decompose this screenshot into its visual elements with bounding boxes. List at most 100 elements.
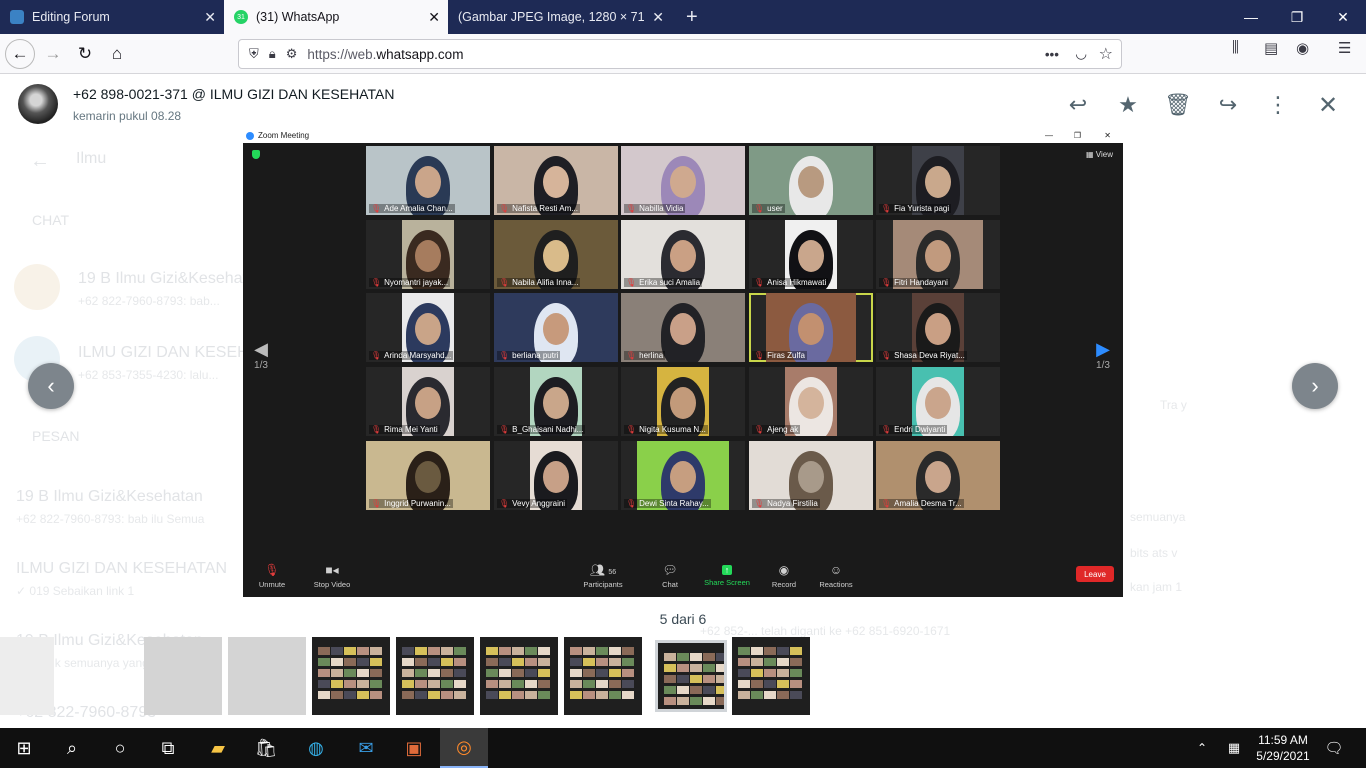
page-actions-icon[interactable]: ••• [1045,47,1059,62]
participant-name-label: 🎙︎ Nabilla Vidia [624,204,686,213]
tab-gambar-jpeg[interactable]: (Gambar JPEG Image, 1280 × 719 pi ✕ [448,0,672,34]
more-options-icon[interactable]: ⋮ [1264,91,1292,119]
previous-media-button[interactable]: ‹ [28,363,74,409]
permissions-icon[interactable]: ⚙ [286,46,298,62]
minimize-window-button[interactable]: — [1228,0,1274,34]
participant-name: Fia Yurista pagi [894,204,950,213]
video-camera-icon: ■◂ [325,562,339,577]
thumbnail-cell [570,691,582,699]
close-tab-icon[interactable]: ✕ [652,9,664,26]
start-windows-icon[interactable]: ⊞ [0,728,48,768]
muted-mic-icon: 🎙︎ [499,204,510,213]
star-icon[interactable]: ★ [1114,91,1142,119]
reply-icon[interactable]: ↩ [1064,91,1092,119]
pocket-icon[interactable]: ◡ [1075,46,1087,62]
notifications-icon[interactable]: 🗨︎ [1310,728,1358,768]
participant-name: Endri Dwiyanti [894,425,946,434]
tab-editing-forum[interactable]: Editing Forum ✕ [0,0,224,34]
participant-name: Ade Amalia Chan... [384,204,453,213]
taskbar-clock[interactable]: 11:59 AM 5/29/2021 [1248,732,1318,764]
media-thumbnail[interactable] [0,637,54,715]
url-bar[interactable]: ⛨ 🔒︎ ⚙ https://web. whatsapp.com ••• ◡ ☆ [238,39,1122,69]
maximize-window-button[interactable]: ❐ [1274,0,1320,34]
account-icon[interactable]: ◉ [1296,39,1309,57]
thumbnail-cell [331,669,343,677]
participant-face [543,166,569,198]
participant-tile: 🎙︎ Inggrid Purwanin... [366,441,490,510]
sender-avatar[interactable] [18,84,58,124]
firefox-icon[interactable]: ◎ [440,728,488,768]
muted-mic-icon: 🎙︎ [754,499,765,508]
bookmark-star-icon[interactable]: ☆ [1099,44,1113,64]
participant-face [925,240,951,272]
back-button[interactable]: ← [5,39,35,69]
chat-ghost-sub: ✓ 019 Sebaikan link 1 [16,584,135,598]
thumbnail-cell [738,691,750,699]
thumbnail-cell [777,658,789,666]
search-icon[interactable]: ⌕ [48,728,96,768]
store-icon[interactable]: 🛍︎ [242,728,290,768]
whatsapp-favicon-icon: 31 [234,10,248,24]
forward-icon[interactable]: ↪ [1214,91,1242,119]
close-window-button[interactable]: ✕ [1320,0,1366,34]
participant-name: Ajeng ak [767,425,799,434]
file-explorer-icon[interactable]: ▰ [194,728,242,768]
next-media-button[interactable]: › [1292,363,1338,409]
lock-icon[interactable]: 🔒︎ [269,46,276,62]
home-button[interactable]: ⌂ [102,39,132,69]
mail-icon[interactable]: ✉ [342,728,390,768]
close-tab-icon[interactable]: ✕ [204,9,216,26]
participant-face [925,461,951,493]
thumbnail-cell [738,669,750,677]
participant-face [415,240,441,272]
menu-icon[interactable]: ☰ [1338,39,1351,57]
sidebar-icon[interactable]: ▤ [1264,39,1278,57]
participant-tile: 🎙︎ Arinda Marsyahd... [366,293,490,362]
thumbnail-cell [690,697,702,705]
participant-tile: 🎙︎ Amalia Desma Tr... [876,441,1000,510]
delete-icon[interactable]: 🗑︎ [1164,91,1192,119]
chat-ghost-title: ILMU GIZI DAN KESEHATAN [16,560,227,577]
media-thumbnail[interactable] [480,637,558,715]
zoom-encryption-shield-icon [252,150,260,159]
close-tab-icon[interactable]: ✕ [428,9,440,26]
library-icon[interactable]: ⫼ [1232,39,1239,56]
participant-name: Nafista Resti Am... [512,204,578,213]
media-thumbnail[interactable] [312,637,390,715]
shield-icon[interactable]: ⛨ [249,46,259,62]
zoom-next-page: ▶ 1/3 [1093,339,1113,399]
powerpoint-icon[interactable]: ▣ [390,728,438,768]
participant-face [670,461,696,493]
reload-button[interactable]: ↻ [70,39,100,69]
zoom-close-icon: ✕ [1104,131,1111,140]
media-thumbnail[interactable] [228,637,306,715]
media-thumbnail[interactable] [655,640,727,712]
thumbnail-cell [703,686,715,694]
edge-icon[interactable]: ◍ [292,728,340,768]
media-thumbnail[interactable] [144,637,222,715]
forward-button[interactable]: → [38,39,68,69]
new-tab-button[interactable]: + [676,0,706,34]
zoom-share-screen-label: Share Screen [704,577,750,587]
participant-name-label: 🎙︎ Shasa Deva Riyat... [879,351,967,360]
thumbnail-cell [751,658,763,666]
cortana-icon[interactable]: ○ [96,728,144,768]
thumbnail-cell [622,691,634,699]
participant-name-label: 🎙︎ Vevy Anggraini [497,499,568,508]
close-viewer-icon[interactable]: ✕ [1314,91,1342,119]
media-thumbnail[interactable] [396,637,474,715]
participant-face [670,166,696,198]
tab-whatsapp[interactable]: 31 (31) WhatsApp ✕ [224,0,448,34]
share-screen-icon: ↑ [721,564,733,575]
media-thumbnail[interactable] [564,637,642,715]
zoom-meeting-image: Zoom Meeting — ❐ ✕ ▦ View ◀ 1/3 ▶ 1/3 🎙︎… [243,128,1123,597]
participant-name: Vevy Anggraini [512,499,566,508]
task-view-icon[interactable]: ⧉ [144,728,192,768]
thumbnail-cell [486,658,498,666]
thumbnail-cell [415,658,427,666]
participant-name-label: 🎙︎ Nabila Alifia Inna... [497,278,581,287]
zoom-chat-button: 💬︎ Chat [655,554,685,597]
thumbnail-cell [777,680,789,688]
media-thumbnail[interactable] [732,637,810,715]
muted-mic-icon: 🎙︎ [626,204,637,213]
